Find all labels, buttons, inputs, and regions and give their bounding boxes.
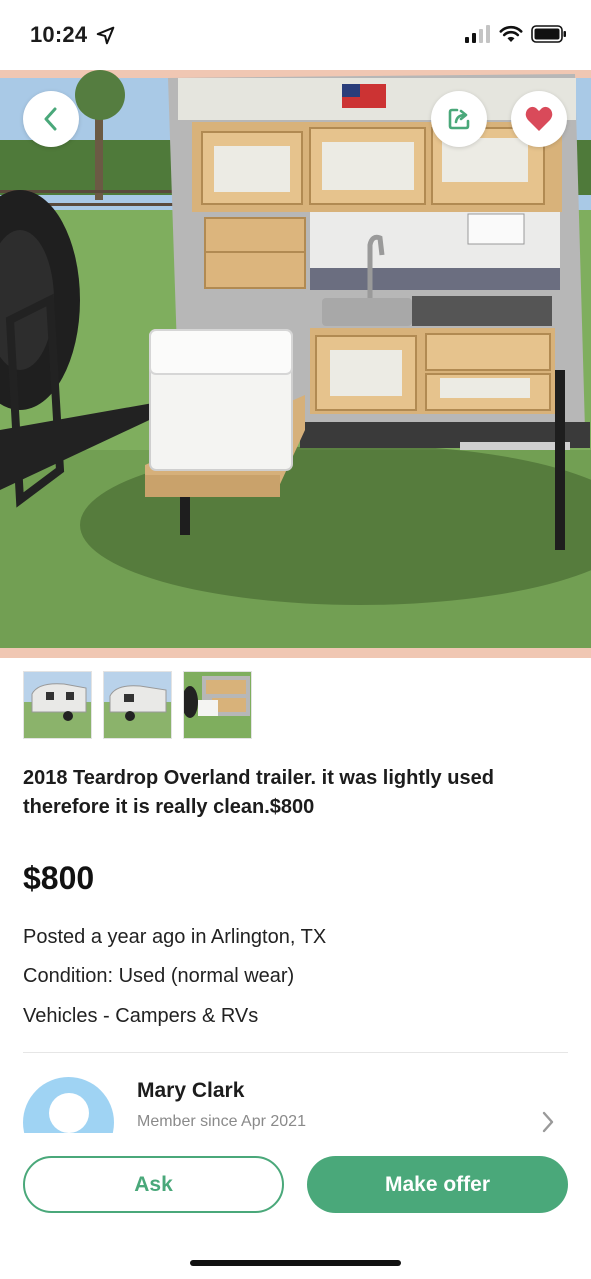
seller-profile-row[interactable]: Mary Clark Member since Apr 2021 xyxy=(0,1053,591,1133)
home-indicator[interactable] xyxy=(190,1260,401,1266)
back-button[interactable] xyxy=(23,91,79,147)
thumbnail-3[interactable] xyxy=(183,671,252,739)
category-info[interactable]: Vehicles - Campers & RVs xyxy=(23,1005,258,1028)
listing-title: 2018 Teardrop Overland trailer. it was l… xyxy=(23,767,494,818)
status-time: 10:24 xyxy=(30,22,88,47)
status-icons xyxy=(465,25,567,43)
thumbnail-2[interactable] xyxy=(103,671,172,739)
seller-name: Mary Clark xyxy=(137,1079,245,1102)
avatar-placeholder-icon xyxy=(49,1093,89,1133)
heart-icon xyxy=(525,106,553,131)
posted-info: Posted a year ago in Arlington, TX xyxy=(23,926,327,948)
trailer-kitchen-photo xyxy=(0,70,591,658)
location-arrow-icon xyxy=(96,26,115,45)
chevron-right-icon xyxy=(542,1111,554,1133)
signal-icon xyxy=(465,25,490,43)
listing-photo[interactable] xyxy=(0,70,591,658)
ask-button[interactable]: Ask xyxy=(23,1156,284,1213)
status-bar: 10:24 xyxy=(0,0,591,70)
condition-info: Condition: Used (normal wear) xyxy=(23,965,295,987)
share-icon xyxy=(448,108,470,130)
battery-icon xyxy=(531,25,566,43)
share-button[interactable] xyxy=(431,91,487,147)
wifi-icon xyxy=(499,25,523,42)
member-since: Member since Apr 2021 xyxy=(137,1113,306,1130)
listing-price: $800 xyxy=(23,860,95,896)
chevron-left-icon xyxy=(44,107,57,131)
thumbnail-1[interactable] xyxy=(23,671,92,739)
make-offer-button[interactable]: Make offer xyxy=(307,1156,568,1213)
photo-thumbnails xyxy=(23,671,252,739)
avatar xyxy=(23,1077,114,1133)
favorite-button[interactable] xyxy=(511,91,567,147)
